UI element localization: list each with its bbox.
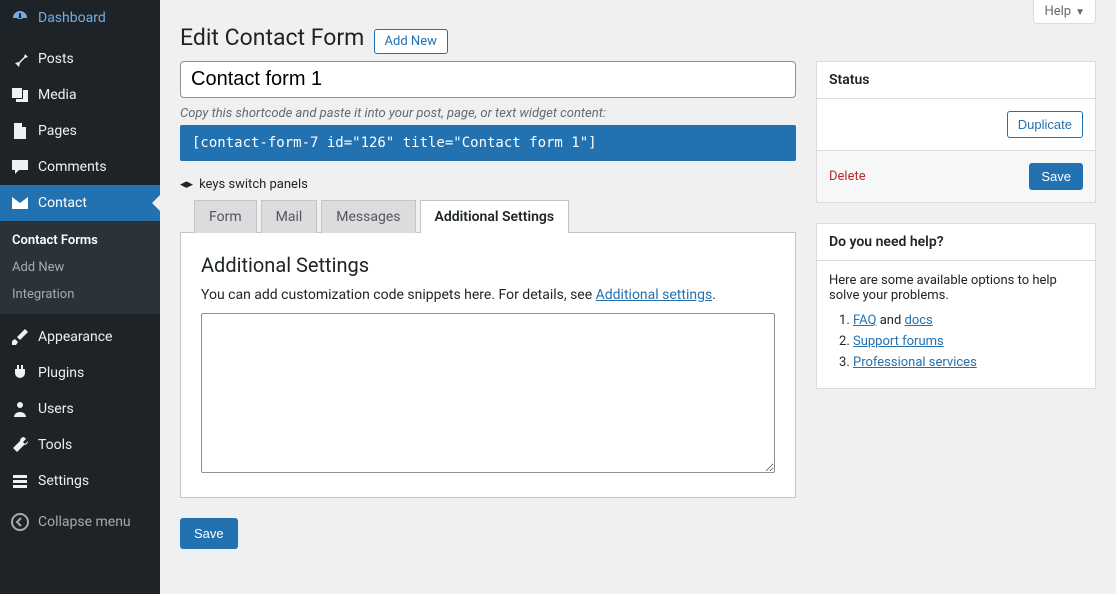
tab-messages[interactable]: Messages [321,200,415,233]
menu-label: Tools [38,437,72,453]
pin-icon [10,49,30,69]
menu-label: Dashboard [38,10,106,26]
users-icon [10,399,30,419]
tab-mail[interactable]: Mail [261,200,318,233]
plugin-icon [10,363,30,383]
page-title: Edit Contact Form [180,24,364,51]
admin-sidebar: Dashboard Posts Media Pages Comments Con… [0,0,160,594]
menu-label: Settings [38,473,89,489]
menu-label: Comments [38,159,107,175]
status-title: Status [817,62,1095,99]
wrench-icon [10,435,30,455]
shortcode-hint: Copy this shortcode and paste it into yo… [180,106,796,121]
panel-heading: Additional Settings [201,253,775,277]
arrows-icon: ◂▸ [180,177,193,192]
menu-media[interactable]: Media [0,77,160,113]
brush-icon [10,327,30,347]
submenu-contact-forms[interactable]: Contact Forms [0,227,160,254]
help-box: Do you need help? Here are some availabl… [816,223,1096,389]
keys-switch-label: keys switch panels [199,177,308,192]
menu-dashboard[interactable]: Dashboard [0,0,160,36]
additional-settings-link[interactable]: Additional settings [596,287,713,303]
status-box: Status Duplicate Delete Save [816,61,1096,203]
menu-settings[interactable]: Settings [0,463,160,499]
additional-settings-textarea[interactable] [201,313,775,473]
tab-panel-additional-settings: Additional Settings You can add customiz… [180,232,796,498]
duplicate-button[interactable]: Duplicate [1007,111,1083,138]
menu-posts[interactable]: Posts [0,41,160,77]
mail-icon [10,193,30,213]
panel-description: You can add customization code snippets … [201,287,775,303]
add-new-button[interactable]: Add New [374,29,448,54]
keys-switch-hint: ◂▸ keys switch panels [180,177,796,192]
support-link[interactable]: Support forums [853,334,944,349]
help-item-pro: Professional services [853,355,1083,370]
shortcode-box[interactable]: [contact-form-7 id="126" title="Contact … [180,125,796,161]
menu-label: Posts [38,51,74,67]
save-button[interactable]: Save [180,518,238,549]
menu-label: Contact [38,195,87,211]
submenu-integration[interactable]: Integration [0,281,160,308]
menu-comments[interactable]: Comments [0,149,160,185]
menu-pages[interactable]: Pages [0,113,160,149]
menu-plugins[interactable]: Plugins [0,355,160,391]
delete-link[interactable]: Delete [829,169,866,184]
docs-link[interactable]: docs [905,313,933,328]
tab-additional-settings[interactable]: Additional Settings [420,200,570,233]
media-icon [10,85,30,105]
dashboard-icon [10,8,30,28]
help-item-faq: FAQ and docs [853,313,1083,328]
settings-icon [10,471,30,491]
menu-users[interactable]: Users [0,391,160,427]
tabs: Form Mail Messages Additional Settings [194,200,796,233]
menu-contact[interactable]: Contact [0,185,160,221]
chevron-down-icon: ▼ [1075,7,1085,18]
pro-link[interactable]: Professional services [853,355,977,370]
tab-form[interactable]: Form [194,200,257,233]
help-tab[interactable]: Help ▼ [1033,0,1096,24]
menu-label: Media [38,87,77,103]
menu-label: Users [38,401,74,417]
help-box-title: Do you need help? [817,224,1095,261]
menu-collapse[interactable]: Collapse menu [0,504,160,540]
submenu-add-new[interactable]: Add New [0,254,160,281]
side-save-button[interactable]: Save [1029,163,1083,190]
help-label: Help [1044,4,1071,19]
submenu-contact: Contact Forms Add New Integration [0,221,160,314]
form-title-input[interactable] [180,61,796,98]
comment-icon [10,157,30,177]
menu-label: Pages [38,123,77,139]
faq-link[interactable]: FAQ [853,313,876,328]
menu-appearance[interactable]: Appearance [0,319,160,355]
help-intro: Here are some available options to help … [829,273,1083,303]
menu-tools[interactable]: Tools [0,427,160,463]
main-content: Help ▼ Edit Contact Form Add New Copy thi… [160,0,1116,594]
menu-label: Appearance [38,329,112,345]
page-icon [10,121,30,141]
help-item-support: Support forums [853,334,1083,349]
menu-label: Collapse menu [38,514,131,530]
menu-label: Plugins [38,365,84,381]
collapse-icon [10,512,30,532]
